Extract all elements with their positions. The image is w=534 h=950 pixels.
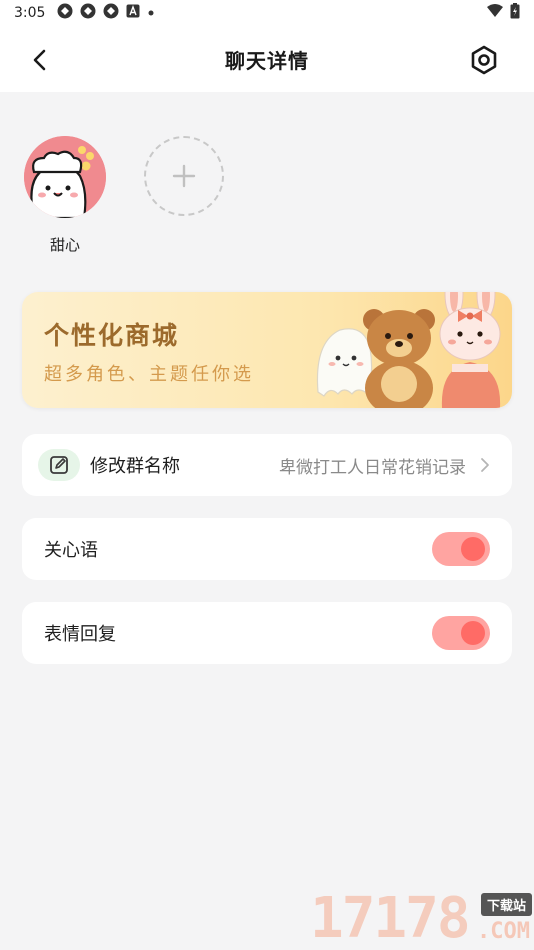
member-list: 甜心 — [24, 136, 224, 255]
watermark-suffix: .COM — [477, 919, 530, 944]
ghost-chef-avatar-icon — [24, 136, 106, 218]
wifi-icon — [486, 4, 504, 22]
plus-icon — [172, 164, 196, 188]
page-title: 聊天详情 — [225, 48, 309, 73]
app-notification-icon — [103, 3, 119, 23]
care-words-label: 关心语 — [44, 540, 98, 561]
mascots-illustration-icon — [316, 292, 501, 408]
edit-icon — [50, 456, 68, 474]
banner-title: 个性化商城 — [44, 321, 180, 350]
avatar[interactable] — [24, 136, 106, 218]
back-button[interactable] — [26, 46, 54, 74]
watermark-digits: 17178 — [310, 886, 471, 950]
toggle-knob — [461, 537, 485, 561]
hexagon-settings-icon — [471, 45, 497, 75]
app-notification-icon — [80, 3, 96, 23]
emoji-reply-label: 表情回复 — [44, 624, 116, 645]
status-time: 3:05 — [14, 5, 46, 21]
dot-icon — [147, 5, 155, 21]
status-bar: 3:05 — [0, 0, 534, 26]
a-icon — [126, 4, 140, 22]
site-watermark: 17178 下载站 .COM — [310, 885, 534, 950]
battery-icon — [510, 3, 520, 23]
emoji-reply-row: 表情回复 — [22, 602, 512, 664]
chevron-left-icon — [33, 49, 46, 71]
group-name-value: 卑微打工人日常花销记录 — [279, 457, 466, 478]
theme-store-banner[interactable]: 个性化商城 超多角色、主题任你选 — [22, 292, 512, 408]
rename-group-row[interactable]: 修改群名称 卑微打工人日常花销记录 — [22, 434, 512, 496]
chevron-right-icon — [481, 458, 489, 472]
top-bar: 聊天详情 — [0, 26, 534, 92]
toggle-knob — [461, 621, 485, 645]
rename-group-label: 修改群名称 — [90, 456, 180, 477]
member-name: 甜心 — [49, 236, 80, 254]
member-item[interactable]: 甜心 — [24, 136, 106, 255]
settings-button[interactable] — [468, 44, 500, 76]
care-words-row: 关心语 — [22, 518, 512, 580]
watermark-badge: 下载站 — [480, 893, 532, 916]
emoji-reply-toggle[interactable] — [432, 616, 490, 650]
app-notification-icon — [57, 3, 73, 23]
banner-subtitle: 超多角色、主题任你选 — [44, 364, 254, 385]
rename-icon-badge — [38, 449, 80, 481]
add-member-button[interactable] — [144, 136, 224, 216]
care-words-toggle[interactable] — [432, 532, 490, 566]
